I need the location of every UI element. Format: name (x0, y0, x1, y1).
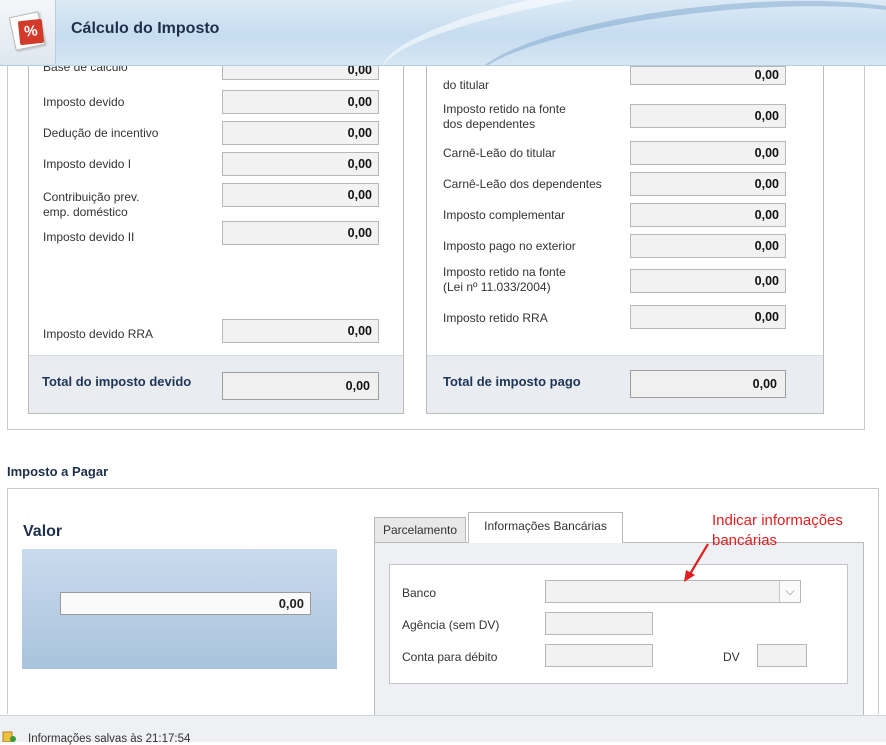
base-calculo-label: Base de cálculo (43, 66, 128, 74)
imposto-exterior-field[interactable]: 0,00 (630, 234, 786, 258)
imposto-complementar-field[interactable]: 0,00 (630, 203, 786, 227)
annotation-text: Indicar informações bancárias (712, 512, 843, 549)
carne-leao-titular-label: Carnê-Leão do titular (443, 146, 556, 160)
tab-parcelamento[interactable]: Parcelamento (374, 517, 466, 543)
imposto-pago-column: do titular 0,00 Imposto retido na fonte … (426, 66, 824, 414)
retido-rra-label: Imposto retido RRA (443, 311, 548, 325)
carne-leao-dependentes-field[interactable]: 0,00 (630, 172, 786, 196)
agencia-input[interactable] (545, 612, 653, 635)
banco-label: Banco (402, 586, 437, 600)
imposto-devido-column: Base de cálculo 0,00 Imposto devido 0,00… (28, 66, 404, 414)
imposto-complementar-label: Imposto complementar (443, 208, 566, 222)
carne-leao-dependentes-label: Carnê-Leão dos dependentes (443, 177, 602, 191)
header-bar: % Cálculo do Imposto (0, 0, 886, 66)
imposto-devido-i-label: Imposto devido I (43, 157, 132, 171)
valor-field: 0,00 (60, 592, 311, 615)
dv-input[interactable] (757, 644, 807, 667)
valor-title: Valor (23, 523, 63, 540)
status-text: Informações salvas às 21:17:54 (28, 733, 191, 745)
imposto-devido-ii-field[interactable]: 0,00 (222, 221, 379, 245)
dv-label: DV (723, 650, 740, 664)
imposto-devido-label: Imposto devido (43, 95, 125, 109)
retido-rra-field[interactable]: 0,00 (630, 305, 786, 329)
section-title: Imposto a Pagar (7, 464, 109, 479)
annotation-arrow-icon (684, 543, 709, 582)
total-imposto-devido-field: 0,00 (222, 372, 379, 400)
total-imposto-pago-label: Total de imposto pago (443, 374, 581, 389)
imposto-devido-i-field[interactable]: 0,00 (222, 152, 379, 176)
tax-calculation-icon: % (0, 0, 56, 64)
imposto-devido-rra-label: Imposto devido RRA (43, 327, 154, 341)
total-bar: Total do imposto devido 0,00 (29, 355, 403, 413)
imposto-exterior-label: Imposto pago no exterior (443, 239, 576, 253)
retido-lei-label: Imposto retido na fonte (Lei nº 11.033/2… (443, 265, 566, 294)
page-title: Cálculo do Imposto (71, 20, 220, 37)
chevron-down-icon[interactable]: ⌵ (779, 581, 800, 602)
retido-dependentes-label: Imposto retido na fonte dos dependentes (443, 102, 566, 131)
retido-dependentes-field[interactable]: 0,00 (630, 104, 786, 128)
imposto-devido-ii-label: Imposto devido II (43, 230, 135, 244)
imposto-devido-rra-field[interactable]: 0,00 (222, 319, 379, 343)
contribuicao-prev-label: Contribuição prev. emp. doméstico (43, 190, 140, 219)
percent-icon: % (17, 18, 45, 46)
retido-titular-field[interactable]: 0,00 (630, 66, 786, 85)
total-imposto-pago-field: 0,00 (630, 370, 786, 398)
retido-lei-field[interactable]: 0,00 (630, 269, 786, 293)
deducao-incentivo-label: Dedução de incentivo (43, 126, 159, 140)
conta-input[interactable] (545, 644, 653, 667)
conta-label: Conta para débito (402, 650, 498, 664)
total-imposto-devido-label: Total do imposto devido (42, 374, 192, 389)
info-saved-icon (2, 731, 16, 742)
tab-informacoes-bancarias[interactable]: Informações Bancárias (468, 512, 623, 543)
carne-leao-titular-field[interactable]: 0,00 (630, 141, 786, 165)
total-bar: Total de imposto pago 0,00 (427, 355, 823, 413)
deducao-incentivo-field[interactable]: 0,00 (222, 121, 379, 145)
base-calculo-field[interactable]: 0,00 (222, 66, 379, 80)
retido-titular-label: do titular (443, 78, 490, 92)
contribuicao-prev-field[interactable]: 0,00 (222, 183, 379, 207)
agencia-label: Agência (sem DV) (402, 618, 500, 632)
imposto-devido-field[interactable]: 0,00 (222, 90, 379, 114)
